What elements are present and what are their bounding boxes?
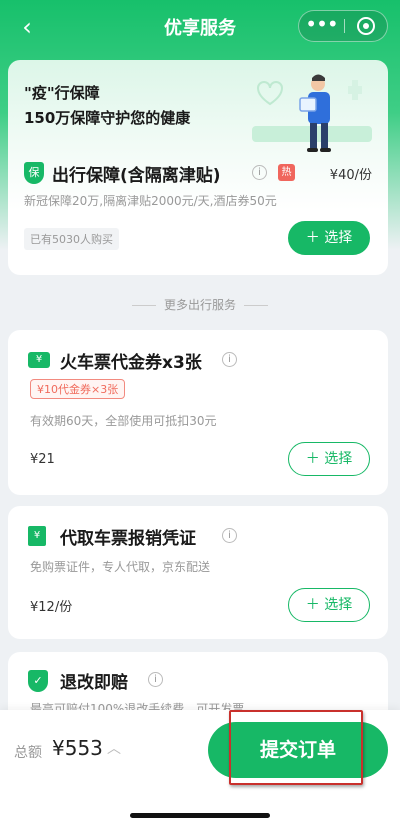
voucher-tag: ¥10代金券×3张 [30,379,126,399]
total-amount[interactable]: ¥553 [52,736,103,760]
select-voucher-button[interactable]: ＋ 选择 [288,442,370,476]
product-desc: 免购票证件，专人代取，京东配送 [30,560,211,574]
shield-check-icon: ✓ [28,670,48,692]
promo-headline: "疫"行保障 [24,84,100,102]
info-icon[interactable]: i [148,672,163,687]
top-bar: ‹ 优享服务 ••• [0,0,400,56]
submit-order-button[interactable]: 提交订单 [208,722,388,778]
info-icon[interactable]: i [252,165,267,180]
more-dots-icon[interactable]: ••• [299,11,344,41]
plus-icon: ＋ [305,230,320,246]
train-voucher-card: ¥ 火车票代金券x3张 i ¥10代金券×3张 有效期60天，全部使用可抵扣30… [8,330,388,495]
plus-icon: ＋ [305,597,320,613]
product-title: 火车票代金券x3张 [60,353,202,373]
capsule-divider [344,19,345,33]
home-indicator [130,813,270,818]
product-price: ¥21 [30,452,55,467]
product-title: 退改即赔 [60,673,128,693]
product-price: ¥12/份 [30,600,73,615]
total-label: 总额 [14,745,42,761]
section-divider: 更多出行服务 [0,296,400,313]
select-receipt-button[interactable]: ＋ 选择 [288,588,370,622]
hot-badge: 热 [278,164,295,181]
shield-badge-icon: 保 [24,162,44,184]
product-price: ¥40/份 [329,168,372,183]
ticket-icon: ¥ [28,352,50,368]
select-label: 选择 [324,230,353,246]
travel-insurance-card: "疫"行保障 150万保障守护您的健康 保 出行保障(含隔离津贴) i 热 ¥4… [8,60,388,275]
select-label: 选择 [324,597,353,613]
receipt-icon: ¥ [28,526,46,546]
select-label: 选择 [324,451,353,467]
receipt-service-card: ¥ 代取车票报销凭证 i 免购票证件，专人代取，京东配送 ¥12/份 ＋ 选择 [8,506,388,639]
select-insurance-button[interactable]: ＋ 选择 [288,221,370,255]
info-icon[interactable]: i [222,352,237,367]
promo-subline: 150万保障守护您的健康 [24,109,191,127]
bottom-bar: 总额 ¥553 ︿ 提交订单 [0,710,400,830]
buyers-count: 已有5030人购买 [24,228,119,250]
doctor-illustration-icon [252,74,372,152]
target-circle-icon[interactable] [357,17,375,35]
mini-program-capsule: ••• [298,10,388,42]
product-desc: 有效期60天，全部使用可抵扣30元 [30,414,217,428]
chevron-up-icon[interactable]: ︿ [107,738,121,758]
plus-icon: ＋ [305,451,320,467]
product-title: 代取车票报销凭证 [60,529,196,549]
product-title: 出行保障(含隔离津贴) [52,166,221,186]
info-icon[interactable]: i [222,528,237,543]
product-desc: 新冠保障20万,隔离津贴2000元/天,酒店券50元 [24,194,277,208]
